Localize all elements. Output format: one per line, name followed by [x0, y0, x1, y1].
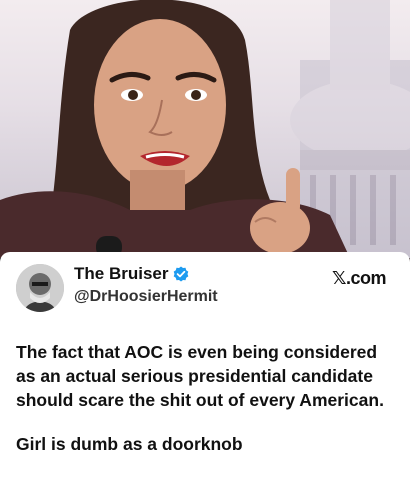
tweet-card: The Bruiser @DrHoosierHermit 𝕏.com The f… — [0, 252, 410, 500]
header-photo — [0, 0, 410, 258]
avatar[interactable] — [16, 264, 64, 312]
tweet-paragraph: Girl is dumb as a doorknob — [16, 434, 243, 454]
tweet-paragraph: The fact that AOC is even being consider… — [16, 342, 384, 410]
author-name[interactable]: The Bruiser — [74, 264, 168, 284]
site-label[interactable]: 𝕏.com — [332, 268, 387, 289]
avatar-image — [16, 264, 64, 312]
verified-badge-icon — [173, 266, 189, 282]
neck-shape — [130, 170, 185, 215]
author-row: The Bruiser — [74, 264, 189, 284]
photo-illustration — [0, 0, 410, 258]
author-handle[interactable]: @DrHoosierHermit — [74, 288, 218, 306]
tweet-body: The fact that AOC is even being consider… — [16, 340, 396, 456]
